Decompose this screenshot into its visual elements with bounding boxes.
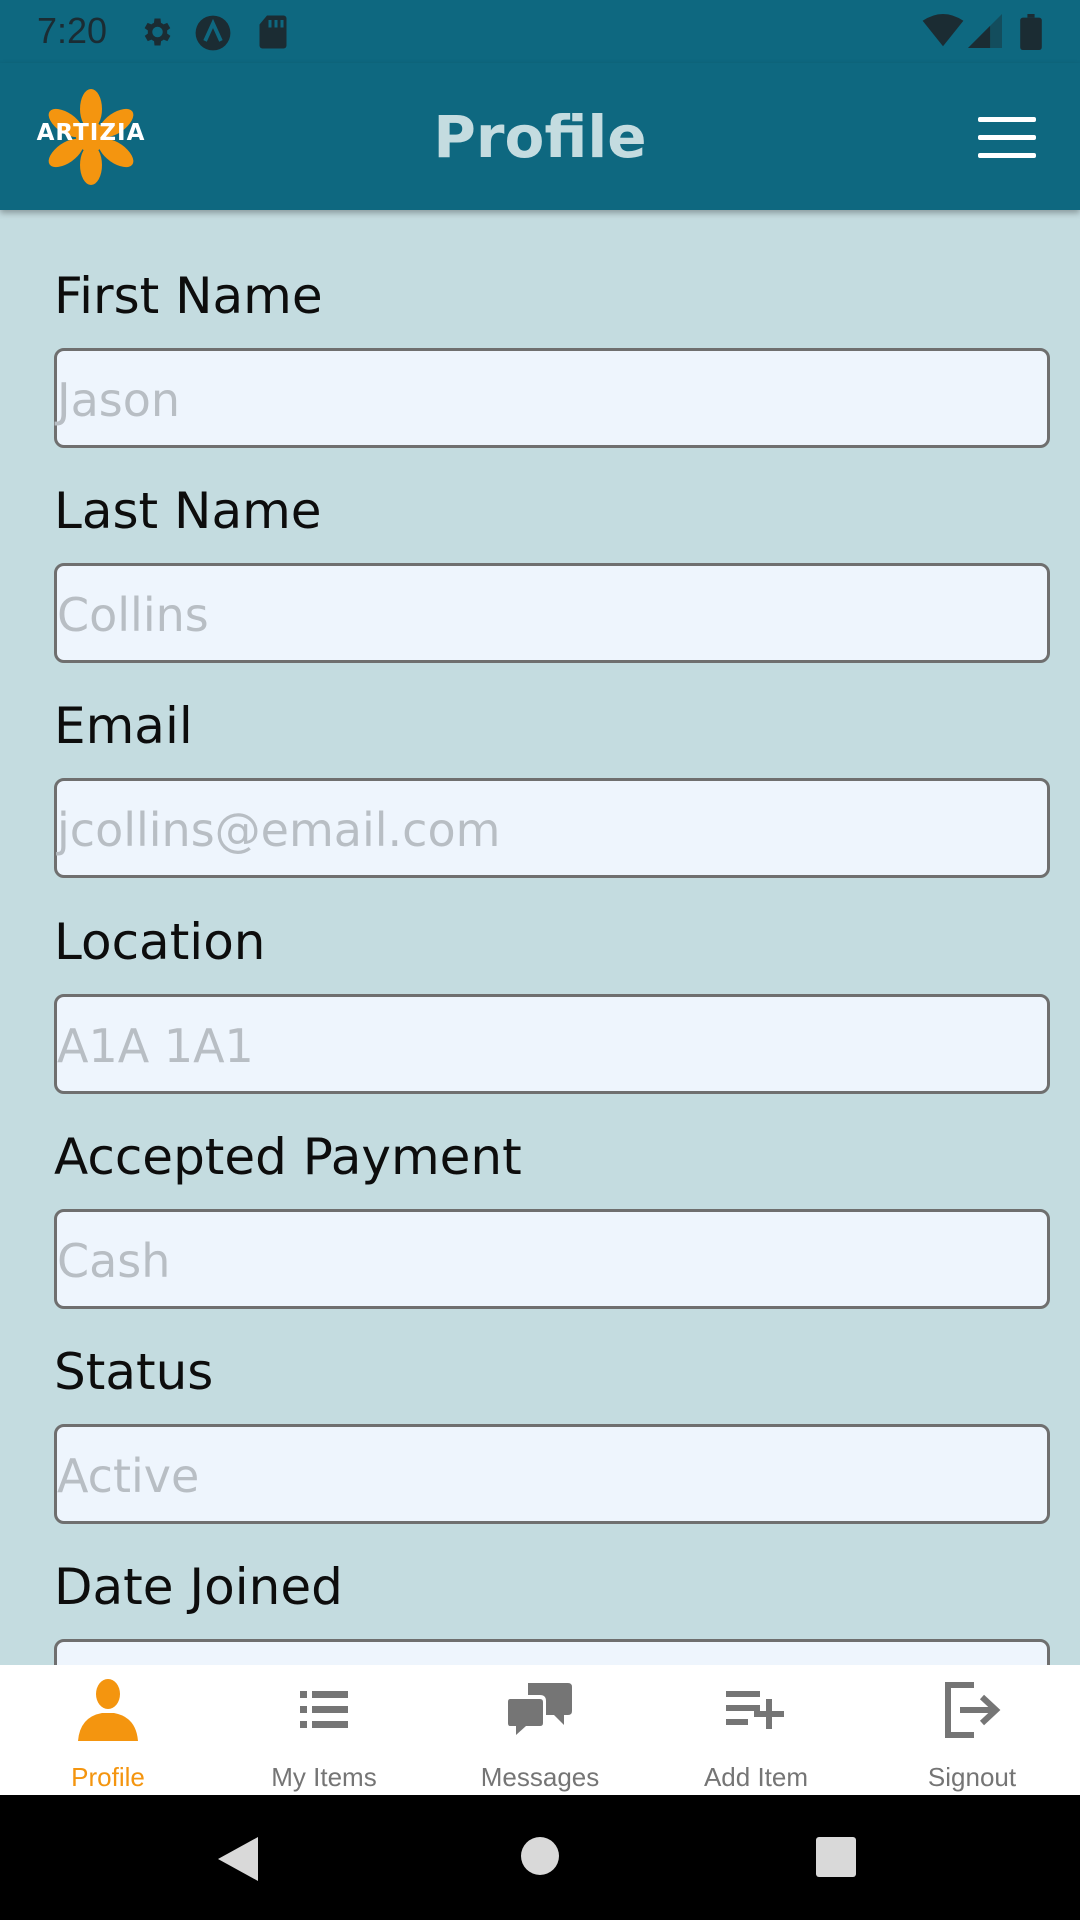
nav-add-item[interactable]: Add Item xyxy=(648,1665,864,1795)
last-name-placeholder: Collins xyxy=(57,588,209,642)
status-placeholder: Active xyxy=(57,1449,200,1503)
a-logo-icon xyxy=(194,14,232,56)
email-label: Email xyxy=(54,697,193,755)
status-field[interactable]: Active xyxy=(54,1424,1050,1524)
wifi-icon xyxy=(922,14,964,52)
app-bar: ARTIZIA Profile xyxy=(0,63,1080,210)
sd-card-icon xyxy=(258,14,288,54)
nav-profile-label: Profile xyxy=(71,1762,145,1792)
status-time: 7:20 xyxy=(37,10,108,51)
first-name-placeholder: Jason xyxy=(57,373,181,427)
bottom-nav: Profile My Items Messages Add Item Signo… xyxy=(0,1665,1080,1795)
accepted-payment-label: Accepted Payment xyxy=(54,1128,522,1186)
nav-messages-label: Messages xyxy=(480,1762,600,1792)
back-icon[interactable] xyxy=(216,1835,260,1883)
email-field[interactable]: jcollins@email.com xyxy=(54,778,1050,878)
last-name-label: Last Name xyxy=(54,482,322,540)
location-label: Location xyxy=(54,913,266,971)
last-name-field[interactable]: Collins xyxy=(54,563,1050,663)
first-name-label: First Name xyxy=(54,267,323,325)
accepted-payment-placeholder: Cash xyxy=(57,1234,171,1288)
accepted-payment-field[interactable]: Cash xyxy=(54,1209,1050,1309)
signal-icon xyxy=(968,14,1002,52)
battery-icon xyxy=(1020,14,1042,54)
system-nav-bar xyxy=(0,1795,1080,1920)
first-name-field[interactable]: Jason xyxy=(54,348,1050,448)
status-bar: 7:20 xyxy=(0,0,1080,63)
nav-signout-label: Signout xyxy=(927,1762,1017,1792)
nav-my-items[interactable]: My Items xyxy=(216,1665,432,1795)
date-joined-field[interactable] xyxy=(54,1639,1050,1665)
location-placeholder: A1A 1A1 xyxy=(57,1019,254,1073)
chat-icon xyxy=(508,1677,572,1741)
hamburger-menu-icon[interactable] xyxy=(978,115,1036,161)
profile-form: First Name Jason Last Name Collins Email… xyxy=(0,210,1080,1665)
settings-icon xyxy=(138,14,174,54)
page-title: Profile xyxy=(433,103,647,171)
home-icon[interactable] xyxy=(521,1837,559,1875)
nav-messages[interactable]: Messages xyxy=(432,1665,648,1795)
status-label: Status xyxy=(54,1343,214,1401)
nav-my-items-label: My Items xyxy=(271,1762,377,1792)
nav-add-item-label: Add Item xyxy=(703,1762,809,1792)
nav-profile[interactable]: Profile xyxy=(0,1665,216,1795)
date-joined-label: Date Joined xyxy=(54,1558,343,1616)
nav-signout[interactable]: Signout xyxy=(864,1665,1080,1795)
person-icon xyxy=(76,1677,140,1741)
email-placeholder: jcollins@email.com xyxy=(57,803,501,857)
list-icon xyxy=(292,1677,356,1741)
location-field[interactable]: A1A 1A1 xyxy=(54,994,1050,1094)
recents-icon[interactable] xyxy=(816,1837,856,1877)
logout-icon xyxy=(940,1677,1004,1741)
playlist-add-icon xyxy=(724,1677,788,1741)
